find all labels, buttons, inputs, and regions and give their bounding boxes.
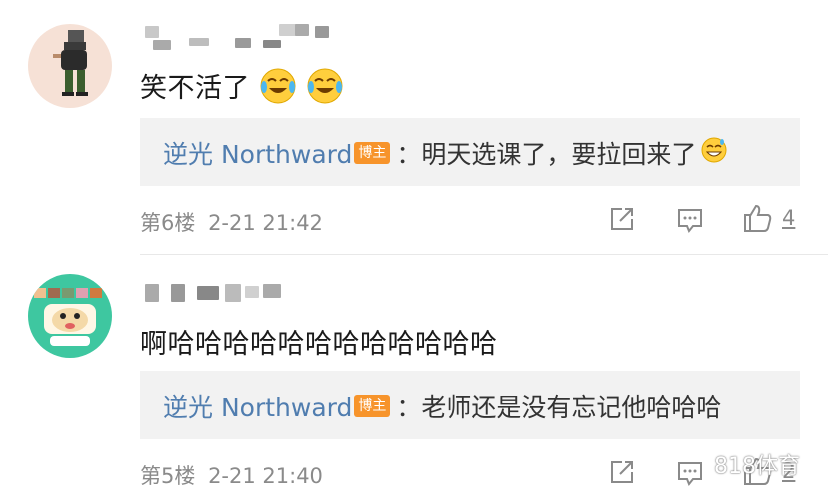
author-badge: 博主 [354,395,391,417]
comment-text: 笑不活了 [140,66,344,112]
avatar[interactable] [28,24,112,108]
comment-meta: 第6楼 2-21 21:42 [140,207,323,237]
floor-number: 第6楼 [140,211,196,235]
reply-box[interactable]: 逆光 Northward 博主 ：老师还是没有忘记他哈哈哈 [140,371,800,439]
reply-text: ：老师还是没有忘记他哈哈哈 [396,393,722,422]
like-count: 4 [782,206,796,230]
comment-meta: 第5楼 2-21 21:40 [140,460,323,490]
share-icon [611,461,633,483]
laugh-cry-emoji-icon [259,67,297,112]
reply-text: ：明天选课了，要拉回来了 [396,140,697,169]
share-button[interactable] [608,205,636,233]
like-button[interactable]: 4 [742,202,795,234]
share-icon [611,208,633,230]
reply-button[interactable] [676,206,704,234]
floor-number: 第5楼 [140,464,196,488]
username-blurred[interactable] [145,22,345,50]
share-button[interactable] [608,458,636,486]
avatar[interactable] [28,274,112,358]
reply-author[interactable]: 逆光 Northward [163,135,352,171]
comment-text: 啊哈哈哈哈哈哈哈哈哈哈哈哈 [140,329,498,360]
laugh-cry-emoji-icon [306,67,344,112]
comment-icon [678,462,702,486]
timestamp: 2-21 21:40 [208,464,323,488]
watermark: 818体育 [714,454,800,479]
reply-author[interactable]: 逆光 Northward [163,388,352,424]
reply-box[interactable]: 逆光 Northward 博主 ：明天选课了，要拉回来了 [140,118,800,186]
author-badge: 博主 [354,142,391,164]
thumbs-up-icon [744,204,772,232]
username-blurred[interactable] [145,278,345,306]
grin-sweat-emoji-icon [700,136,728,170]
timestamp: 2-21 21:42 [208,211,323,235]
divider [140,254,828,255]
comment-icon [678,209,702,233]
reply-button[interactable] [676,459,704,487]
